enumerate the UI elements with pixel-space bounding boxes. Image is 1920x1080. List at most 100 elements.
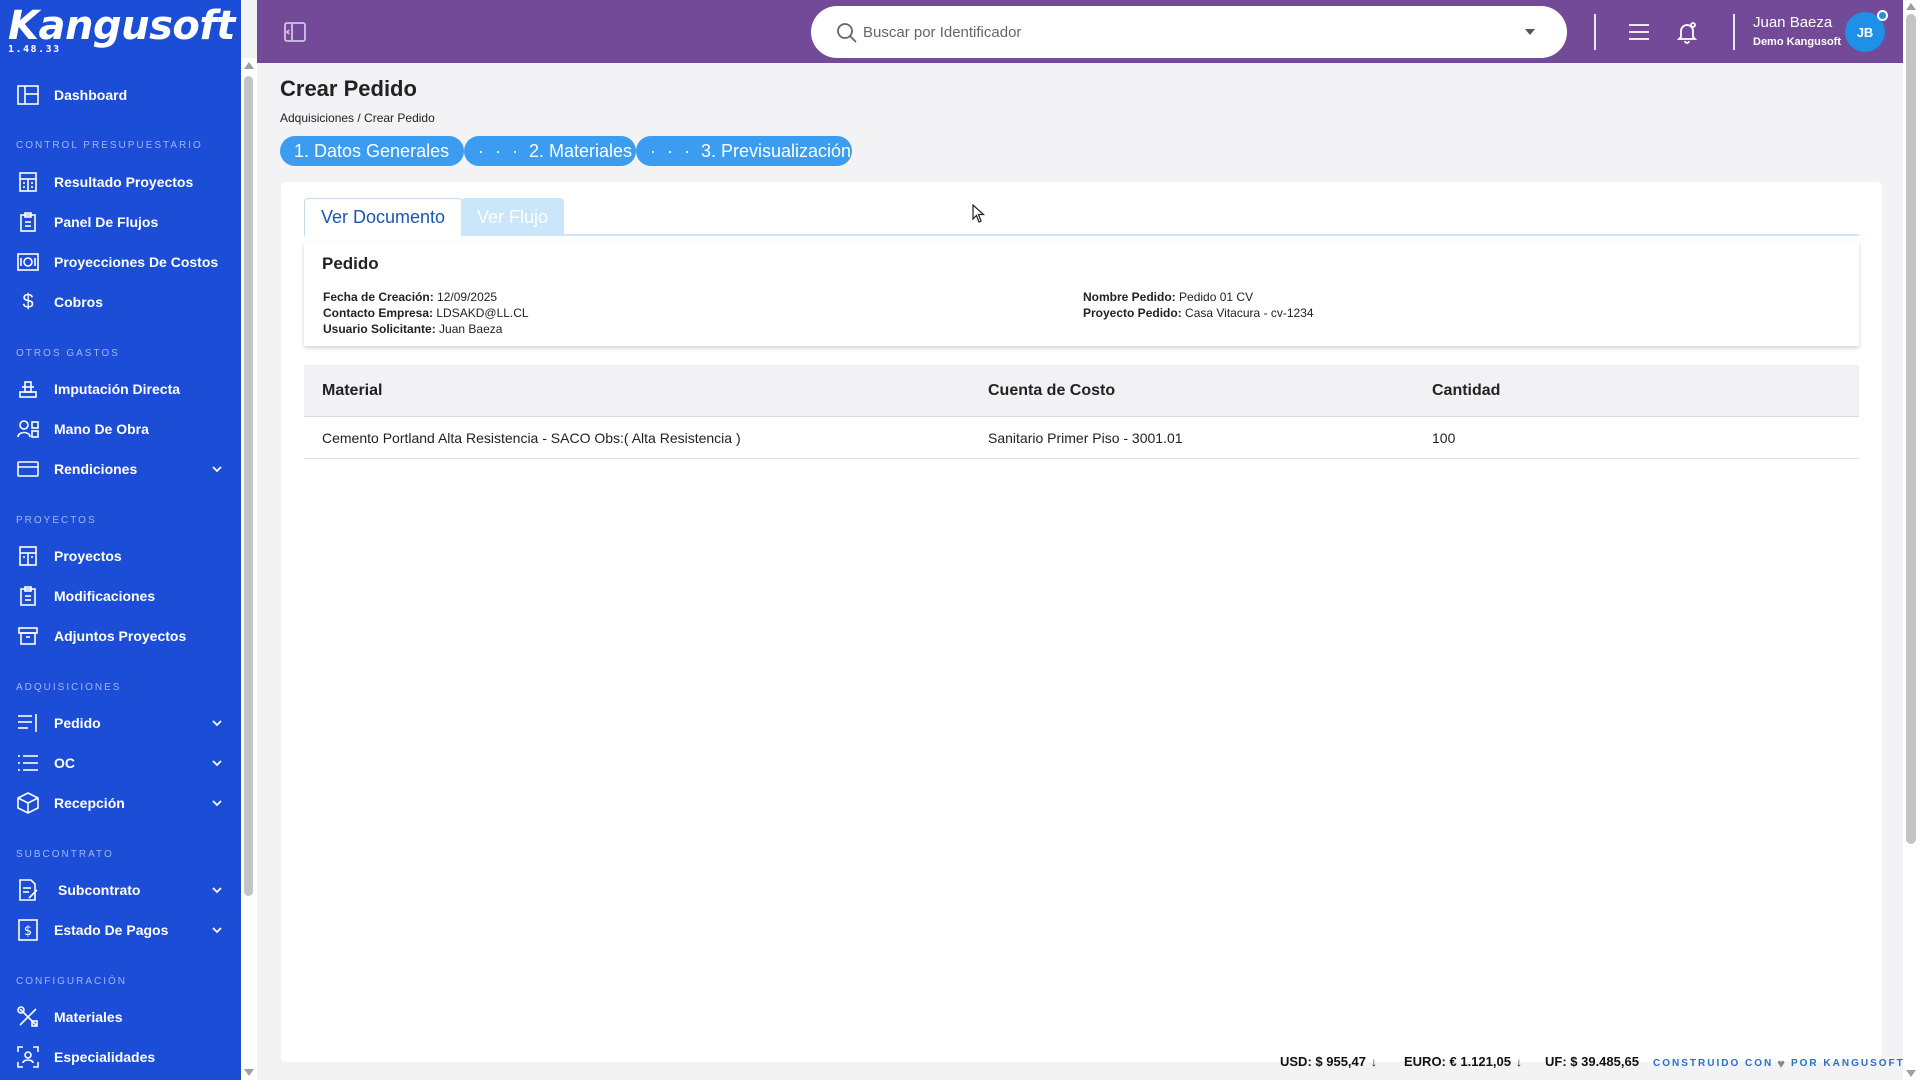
- chevron-down-icon: [212, 466, 222, 473]
- step-datos-generales[interactable]: 1. Datos Generales: [280, 136, 464, 166]
- sidebar-item-dashboard[interactable]: Dashboard: [0, 78, 241, 112]
- document-title: Pedido: [322, 254, 379, 273]
- sidebar-item-label: Resultado Proyectos: [54, 174, 194, 190]
- notification-bell-icon[interactable]: [1675, 20, 1699, 44]
- step-previsualizacion[interactable]: · · · 3. Previsualización: [636, 136, 852, 166]
- sidebar-item-panel-flujos[interactable]: Panel De Flujos: [0, 205, 241, 239]
- brand-logo[interactable]: Kangusoft 1.48.33: [8, 4, 235, 55]
- sidebar-item-especialidades[interactable]: Especialidades: [0, 1040, 241, 1074]
- menu-icon[interactable]: [1627, 20, 1651, 44]
- column-header-cantidad: Cantidad: [1432, 382, 1501, 399]
- sidebar-item-label: Modificaciones: [54, 588, 156, 604]
- sidebar-item-label: Materiales: [54, 1009, 123, 1025]
- step-label: 1. Datos Generales: [294, 140, 450, 161]
- sidebar-item-label: Especialidades: [54, 1049, 156, 1065]
- sidebar-item-label: Pedido: [54, 715, 101, 731]
- step-dots: · · ·: [650, 140, 693, 161]
- sidebar-item-label: Dashboard: [54, 87, 128, 103]
- sidebar-item-subcontrato[interactable]: Subcontrato: [0, 873, 241, 907]
- cell-cuenta-costo: Sanitario Primer Piso - 3001.01: [988, 430, 1183, 446]
- content-card: Ver Documento Ver Flujo Pedido Fecha de …: [281, 182, 1882, 1062]
- list-icon: [16, 712, 40, 734]
- field-label: Proyecto Pedido:: [1083, 306, 1182, 320]
- step-label: 3. Previsualización: [700, 140, 852, 161]
- breadcrumb[interactable]: Adquisiciones / Crear Pedido: [280, 111, 435, 125]
- sidebar-item-resultado-proyectos[interactable]: Resultado Proyectos: [0, 165, 241, 199]
- field-label: Fecha de Creación:: [323, 290, 434, 304]
- cell-cantidad: 100: [1432, 430, 1456, 446]
- scroll-up-arrow-icon[interactable]: [244, 62, 254, 69]
- chevron-down-icon: [212, 760, 222, 767]
- scroll-down-arrow-icon[interactable]: [244, 1069, 254, 1076]
- document-tabs: Ver Documento Ver Flujo: [304, 198, 1859, 236]
- chevron-down-icon: [212, 927, 222, 934]
- page-scrollbar-thumb[interactable]: [1906, 14, 1916, 844]
- page-scrollbar[interactable]: [1903, 0, 1920, 1080]
- built-by-credit: CONSTRUIDO CON ♥ POR KANGUSOFT: [1653, 1056, 1905, 1071]
- sidebar-item-estado-pagos[interactable]: $ Estado De Pagos: [0, 913, 241, 947]
- calculator-icon: [16, 171, 40, 193]
- column-header-cuenta-costo: Cuenta de Costo: [988, 382, 1116, 399]
- sidebar-item-mano-obra[interactable]: Mano De Obra: [0, 412, 241, 446]
- clipboard-icon: [16, 585, 40, 607]
- tools-icon: [16, 1006, 40, 1028]
- section-otros-gastos: OTROS GASTOS: [16, 348, 120, 359]
- chevron-down-icon: [212, 887, 222, 894]
- credit-card-icon: [16, 458, 40, 480]
- field-label: Contacto Empresa:: [323, 306, 434, 320]
- page-title: Crear Pedido: [280, 76, 417, 101]
- sidebar-item-label: Estado De Pagos: [54, 922, 169, 938]
- table-row[interactable]: Cemento Portland Alta Resistencia - SACO…: [304, 417, 1859, 459]
- euro-value: EURO: € 1.121,05: [1404, 1054, 1511, 1069]
- search-dropdown-caret-icon[interactable]: [1525, 29, 1535, 35]
- field-usuario-solicitante: Usuario Solicitante: Juan Baeza: [323, 322, 502, 336]
- sidebar-item-label: Proyecciones De Costos: [54, 254, 219, 270]
- sidebar-toggle-icon[interactable]: [283, 20, 307, 44]
- package-icon: [16, 792, 40, 814]
- uf-value: UF: $ 39.485,65: [1545, 1054, 1639, 1069]
- sidebar-item-label: Proyectos: [54, 548, 122, 564]
- sidebar-item-pedido[interactable]: Pedido: [0, 706, 241, 740]
- mouse-cursor-icon: [972, 204, 986, 223]
- search-input[interactable]: [863, 20, 1503, 44]
- sidebar-item-label: OC: [54, 755, 75, 771]
- step-materiales[interactable]: · · · 2. Materiales: [464, 136, 636, 166]
- sidebar-scrollbar[interactable]: [241, 58, 257, 1080]
- sidebar-item-oc[interactable]: OC: [0, 746, 241, 780]
- calculator-icon: [16, 545, 40, 567]
- dollar-icon: $: [22, 290, 34, 313]
- tab-ver-flujo[interactable]: Ver Flujo: [461, 198, 565, 236]
- field-value: Casa Vitacura - cv-1234: [1185, 306, 1314, 320]
- sidebar-item-recepcion[interactable]: Recepción: [0, 786, 241, 820]
- scroll-down-arrow-icon[interactable]: [1906, 1070, 1916, 1077]
- field-value: Juan Baeza: [439, 322, 503, 336]
- sidebar-item-label: Recepción: [54, 795, 125, 811]
- table-header: Material Cuenta de Costo Cantidad: [304, 365, 1859, 417]
- search-icon: [837, 23, 857, 43]
- sidebar-item-modificaciones[interactable]: Modificaciones: [0, 579, 241, 613]
- svg-text:$: $: [24, 924, 32, 939]
- usd-rate: USD: $ 955,47 ↓: [1280, 1054, 1377, 1069]
- sidebar-item-label: Mano De Obra: [54, 421, 149, 437]
- uf-rate: UF: $ 39.485,65: [1545, 1054, 1639, 1069]
- field-value: Pedido 01 CV: [1179, 290, 1254, 304]
- archive-icon: [16, 625, 40, 647]
- sidebar-item-proyecciones-costos[interactable]: Proyecciones De Costos: [0, 245, 241, 279]
- sidebar-item-materiales[interactable]: Materiales: [0, 1000, 241, 1034]
- section-control-presupuestario: CONTROL PRESUPUESTARIO: [16, 140, 203, 151]
- search-bar[interactable]: [811, 6, 1567, 58]
- field-proyecto-pedido: Proyecto Pedido: Casa Vitacura - cv-1234: [1083, 306, 1314, 320]
- sidebar-item-imputacion-directa[interactable]: Imputación Directa: [0, 372, 241, 406]
- sidebar-scrollbar-thumb[interactable]: [244, 76, 253, 896]
- sidebar-item-label: Subcontrato: [58, 882, 141, 898]
- tab-ver-documento[interactable]: Ver Documento: [304, 198, 463, 236]
- user-name[interactable]: Juan Baeza: [1753, 14, 1832, 31]
- sidebar-item-proyectos[interactable]: Proyectos: [0, 539, 241, 573]
- sidebar-item-cobros[interactable]: $ Cobros: [0, 285, 241, 319]
- built-pre: CONSTRUIDO CON: [1653, 1058, 1774, 1069]
- field-nombre-pedido: Nombre Pedido: Pedido 01 CV: [1083, 290, 1253, 304]
- scroll-up-arrow-icon[interactable]: [1906, 3, 1916, 10]
- sidebar-item-adjuntos-proyectos[interactable]: Adjuntos Proyectos: [0, 619, 241, 653]
- sidebar-item-rendiciones[interactable]: Rendiciones: [0, 452, 241, 486]
- built-post: POR KANGUSOFT: [1790, 1058, 1905, 1069]
